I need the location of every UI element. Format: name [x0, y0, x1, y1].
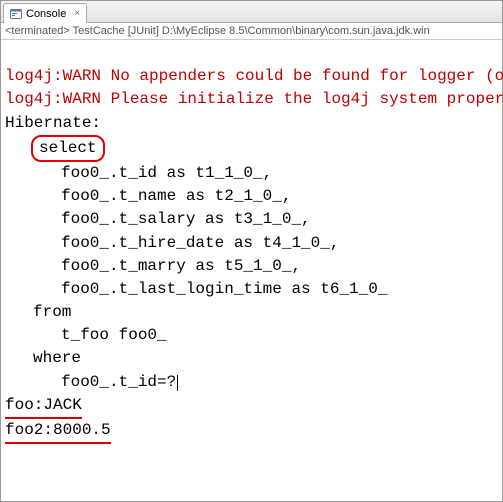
text-cursor	[177, 375, 178, 391]
log-line: foo0_.t_hire_date as t4_1_0_,	[5, 232, 339, 255]
log-line: from	[5, 301, 71, 324]
log-line: foo0_.t_salary as t3_1_0_,	[5, 208, 311, 231]
console-icon	[10, 8, 22, 20]
log-line-error: log4j:WARN Please initialize the log4j s…	[5, 90, 503, 108]
close-icon[interactable]: ×	[74, 9, 80, 19]
log-line-error: log4j:WARN No appenders could be found f…	[5, 67, 503, 85]
log-line: foo0_.t_name as t2_1_0_,	[5, 185, 291, 208]
highlighted-output: foo2:8000.5	[5, 419, 111, 444]
log-line: Hibernate:	[5, 114, 111, 132]
log-line: foo0_.t_id as t1_1_0_,	[5, 162, 272, 185]
log-line: foo0_.t_marry as t5_1_0_,	[5, 255, 301, 278]
log-line: where	[5, 347, 81, 370]
tab-bar: Console ×	[1, 1, 502, 23]
console-output[interactable]: log4j:WARN No appenders could be found f…	[1, 40, 502, 446]
log-line: t_foo foo0_	[5, 324, 176, 347]
highlighted-select: select	[31, 135, 105, 162]
launch-status: <terminated> TestCache [JUnit] D:\MyEcli…	[1, 23, 502, 40]
tab-console[interactable]: Console ×	[3, 3, 87, 23]
log-line: foo0_.t_last_login_time as t6_1_0_	[5, 278, 397, 301]
log-line: foo0_.t_id=?	[5, 373, 178, 391]
tab-title: Console	[26, 8, 66, 20]
highlighted-output: foo:JACK	[5, 394, 82, 419]
